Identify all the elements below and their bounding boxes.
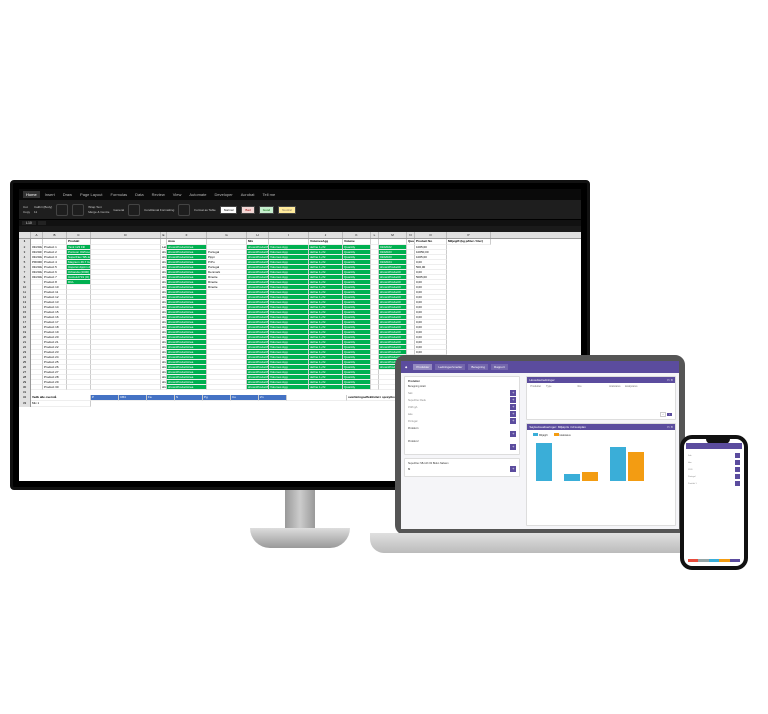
format-table-label: Format as Table xyxy=(194,208,215,212)
add-button[interactable]: + xyxy=(510,431,516,437)
format-table-icon[interactable] xyxy=(178,204,190,216)
ribbon-tab-draw[interactable]: Draw xyxy=(60,191,75,198)
add-button[interactable] xyxy=(735,460,740,465)
add-button[interactable]: + xyxy=(510,411,516,417)
app-tab[interactable]: Beregning xyxy=(468,364,488,370)
phone-field[interactable]: Portugal xyxy=(688,474,740,479)
chart-title: Søylevisualiseringer: Miljøpris i td kos… xyxy=(529,425,586,429)
add-button[interactable] xyxy=(735,467,740,472)
cond-format-label: Conditional Formatting xyxy=(144,208,174,212)
app-tab[interactable]: Ledninger/smelter xyxy=(435,364,465,370)
chart-bar xyxy=(564,474,580,481)
card-title: Hovedsutredninger xyxy=(529,378,554,382)
style-good[interactable]: Good xyxy=(259,206,274,214)
number-group[interactable]: General xyxy=(113,208,124,212)
cond-format-icon[interactable] xyxy=(128,204,140,216)
phone-app: Søk lake 1526 Portugal Produkt 1 xyxy=(686,443,742,564)
column-headers[interactable]: ABCDEFGHIJKLMNOP xyxy=(19,232,581,239)
excel-ribbon-tabs[interactable]: HomeInsertDrawPage LayoutFormulasDataRev… xyxy=(19,189,581,200)
form-field[interactable]: Søk+ xyxy=(408,390,516,396)
btn-left[interactable]: ‹ xyxy=(660,412,667,417)
phone-device: Søk lake 1526 Portugal Produkt 1 xyxy=(680,435,748,570)
phone-bottom-bar xyxy=(688,559,740,562)
name-box: L10 xyxy=(22,221,36,225)
add-button[interactable]: + xyxy=(510,404,516,410)
phone-field[interactable]: 1526 xyxy=(688,467,740,472)
card-heading: Produkter xyxy=(408,380,516,383)
app-tab[interactable]: Rapport xyxy=(491,364,508,370)
ribbon-tab-review[interactable]: Review xyxy=(149,191,168,198)
app-header: ◆ ProdukterLedninger/smelterBeregningRap… xyxy=(401,361,679,373)
ribbon-tab-developer[interactable]: Developer xyxy=(211,191,235,198)
ribbon-tab-tell-me[interactable]: Tell me xyxy=(260,191,279,198)
form-field[interactable]: 1526 g/L+ xyxy=(408,404,516,410)
phone-field[interactable]: lake xyxy=(688,460,740,465)
bold-icon[interactable] xyxy=(56,204,68,216)
app-tab[interactable]: Produkter xyxy=(413,364,432,370)
add-button[interactable]: + xyxy=(510,390,516,396)
ribbon-tab-automate[interactable]: Automate xyxy=(186,191,209,198)
monitor-stand xyxy=(250,490,350,560)
style-neutral[interactable]: Neutral xyxy=(278,206,296,214)
ribbon-tab-acrobat[interactable]: Acrobat xyxy=(238,191,258,198)
product-1-label: Produkt 1 xyxy=(408,427,516,430)
excel-ribbon: Cut Copy Calibri (Body) 11 Wrap Text Mer… xyxy=(19,200,581,220)
app-logo-icon: ◆ xyxy=(405,365,407,369)
web-app: ◆ ProdukterLedninger/smelterBeregningRap… xyxy=(401,361,679,529)
formula-bar[interactable] xyxy=(38,221,46,225)
style-bad[interactable]: Bad xyxy=(241,206,254,214)
chart-bar xyxy=(610,447,626,481)
selection-text: SuperFlex SB-123 Oil Bidun Nabavn xyxy=(408,462,516,465)
add-button[interactable]: + xyxy=(510,466,516,472)
ribbon-tab-page-layout[interactable]: Page Layout xyxy=(77,191,105,198)
ribbon-tab-data[interactable]: Data xyxy=(132,191,146,198)
clipboard-group[interactable]: Cut Copy xyxy=(23,205,30,214)
ribbon-tab-view[interactable]: View xyxy=(170,191,185,198)
add-button[interactable] xyxy=(735,481,740,486)
selection-card: SuperFlex SB-123 Oil Bidun Nabavn Bi+ xyxy=(404,458,520,477)
chart-card: Søylevisualiseringer: Miljøpris i td kos… xyxy=(526,423,676,526)
app-tabs[interactable]: ProdukterLedninger/smelterBeregningRappo… xyxy=(413,364,507,370)
card-subheading: Beregning totalt xyxy=(408,385,516,388)
form-field[interactable]: Portugal+ xyxy=(408,418,516,424)
chart-bar xyxy=(628,452,644,481)
add-button[interactable]: + xyxy=(510,444,516,450)
card-controls[interactable]: ▭ ✕ xyxy=(667,378,673,382)
align-icon[interactable] xyxy=(72,204,84,216)
add-button[interactable] xyxy=(735,474,740,479)
add-button[interactable]: + xyxy=(510,418,516,424)
form-field[interactable]: lake+ xyxy=(408,411,516,417)
ribbon-tab-formulas[interactable]: Formulas xyxy=(108,191,131,198)
form-field[interactable]: SuperFlex Redu+ xyxy=(408,397,516,403)
name-box-row[interactable]: L10 xyxy=(19,220,581,226)
add-button[interactable] xyxy=(735,453,740,458)
phone-field[interactable]: Søk xyxy=(688,453,740,458)
btn-right[interactable]: › xyxy=(667,413,672,416)
laptop-device: ◆ ProdukterLedninger/smelterBeregningRap… xyxy=(370,355,710,565)
bar-chart xyxy=(530,438,672,483)
style-normal[interactable]: Normal xyxy=(220,206,238,214)
chart-bar xyxy=(536,443,552,481)
font-group[interactable]: Calibri (Body) 11 xyxy=(34,205,52,214)
ribbon-tab-home[interactable]: Home xyxy=(23,191,40,198)
ribbon-tab-insert[interactable]: Insert xyxy=(42,191,58,198)
table-card: Hovedsutredninger▭ ✕ ProduktetTypelitret… xyxy=(526,376,676,420)
card-controls[interactable]: ▭ ✕ xyxy=(667,425,673,429)
product-2-label: Produkt 2 xyxy=(408,440,516,443)
add-button[interactable]: + xyxy=(510,397,516,403)
form-card: Produkter Beregning totalt Søk+SuperFlex… xyxy=(404,376,520,455)
chart-bar xyxy=(582,472,598,481)
phone-field[interactable]: Produkt 1 xyxy=(688,481,740,486)
align-group[interactable]: Wrap Text Merge & Centre xyxy=(88,205,109,214)
